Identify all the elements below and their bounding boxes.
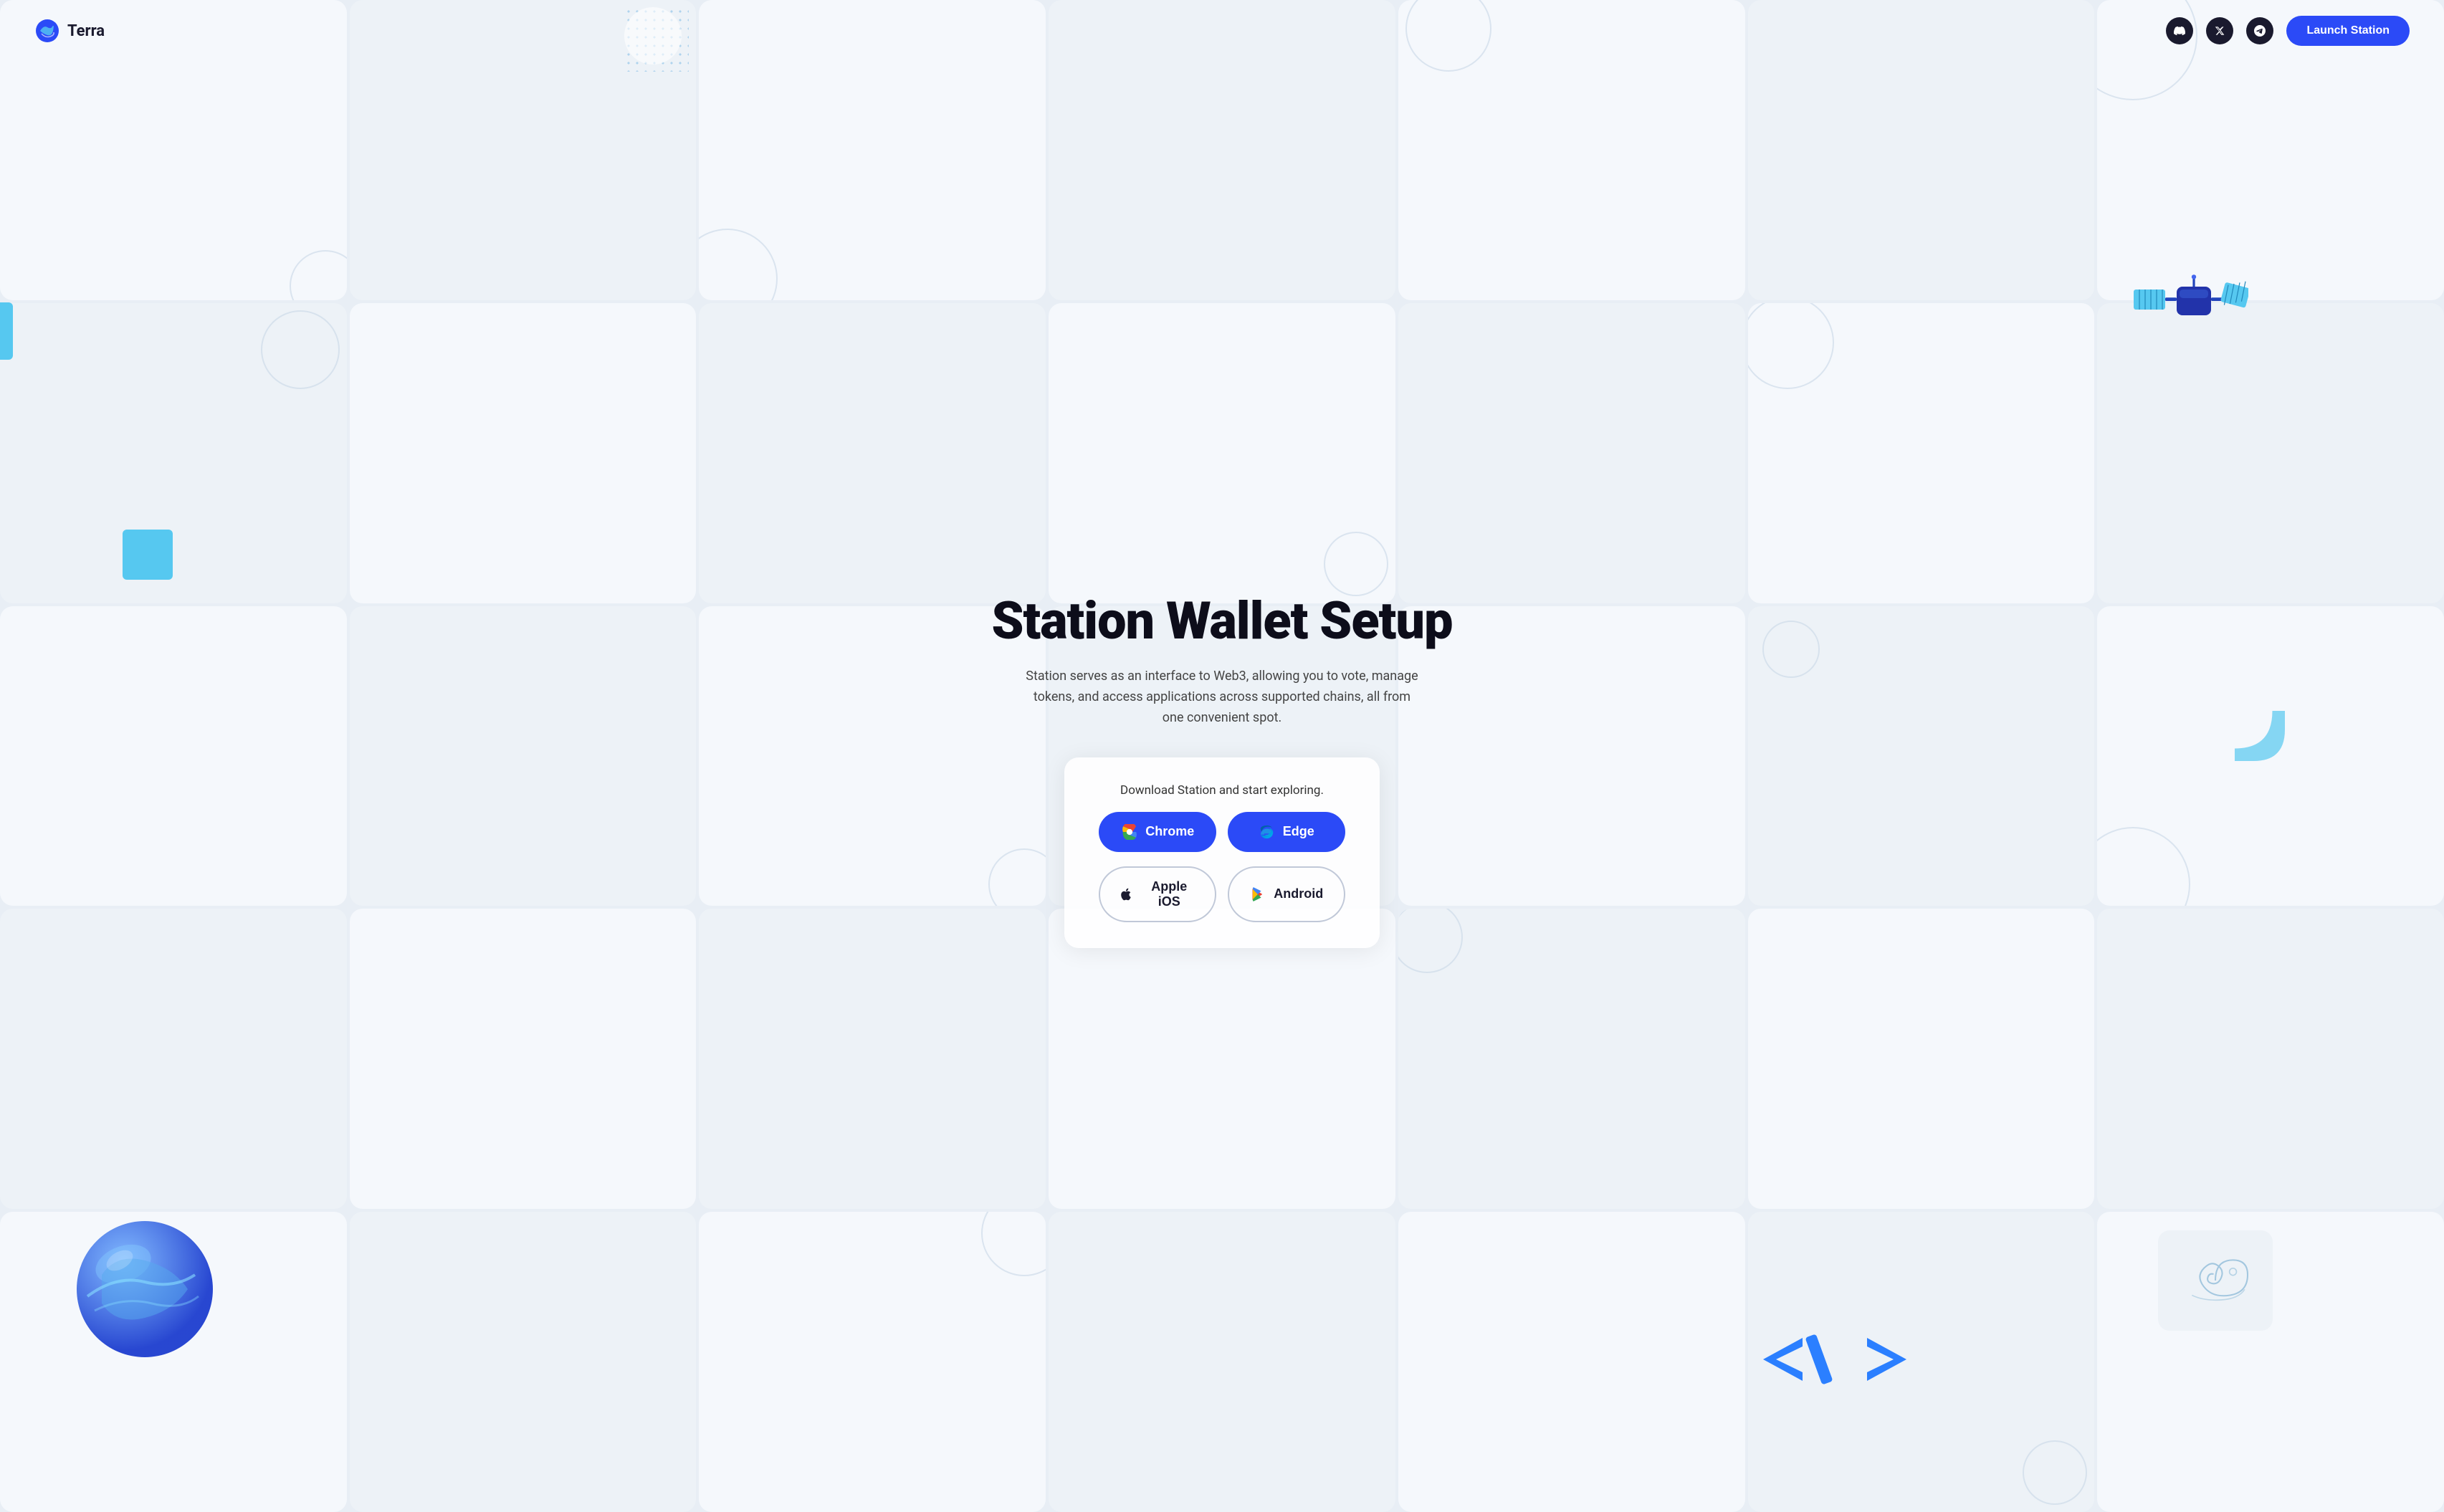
- download-card: Download Station and start exploring. Ch…: [1064, 757, 1379, 948]
- ios-download-button[interactable]: Apple iOS: [1099, 866, 1216, 922]
- main-content: Station Wallet Setup Station serves as a…: [0, 0, 2444, 1512]
- edge-download-button[interactable]: Edge: [1228, 812, 1345, 852]
- chrome-download-button[interactable]: Chrome: [1099, 812, 1216, 852]
- chrome-label: Chrome: [1145, 824, 1194, 839]
- ios-label: Apple iOS: [1141, 879, 1198, 909]
- logo[interactable]: Terra: [34, 18, 105, 44]
- edge-label: Edge: [1283, 824, 1314, 839]
- logo-text: Terra: [67, 22, 105, 40]
- download-label: Download Station and start exploring.: [1120, 783, 1324, 798]
- twitter-x-button[interactable]: [2206, 17, 2233, 44]
- apple-icon: [1117, 886, 1133, 903]
- mobile-buttons-row: Apple iOS Android: [1099, 866, 1345, 922]
- page-subtitle: Station serves as an interface to Web3, …: [1021, 666, 1423, 728]
- launch-station-button[interactable]: Launch Station: [2286, 16, 2410, 46]
- android-label: Android: [1274, 886, 1323, 901]
- android-download-button[interactable]: Android: [1228, 866, 1345, 922]
- google-play-icon: [1249, 886, 1266, 903]
- discord-button[interactable]: [2166, 17, 2193, 44]
- edge-icon: [1259, 823, 1276, 841]
- browser-buttons-row: Chrome E: [1099, 812, 1345, 852]
- telegram-button[interactable]: [2246, 17, 2273, 44]
- terra-logo-icon: [34, 18, 60, 44]
- nav-right: Launch Station: [2166, 16, 2410, 46]
- page-title: Station Wallet Setup: [991, 593, 1452, 649]
- chrome-icon: [1121, 823, 1138, 841]
- navbar: Terra Launch Station: [0, 0, 2444, 62]
